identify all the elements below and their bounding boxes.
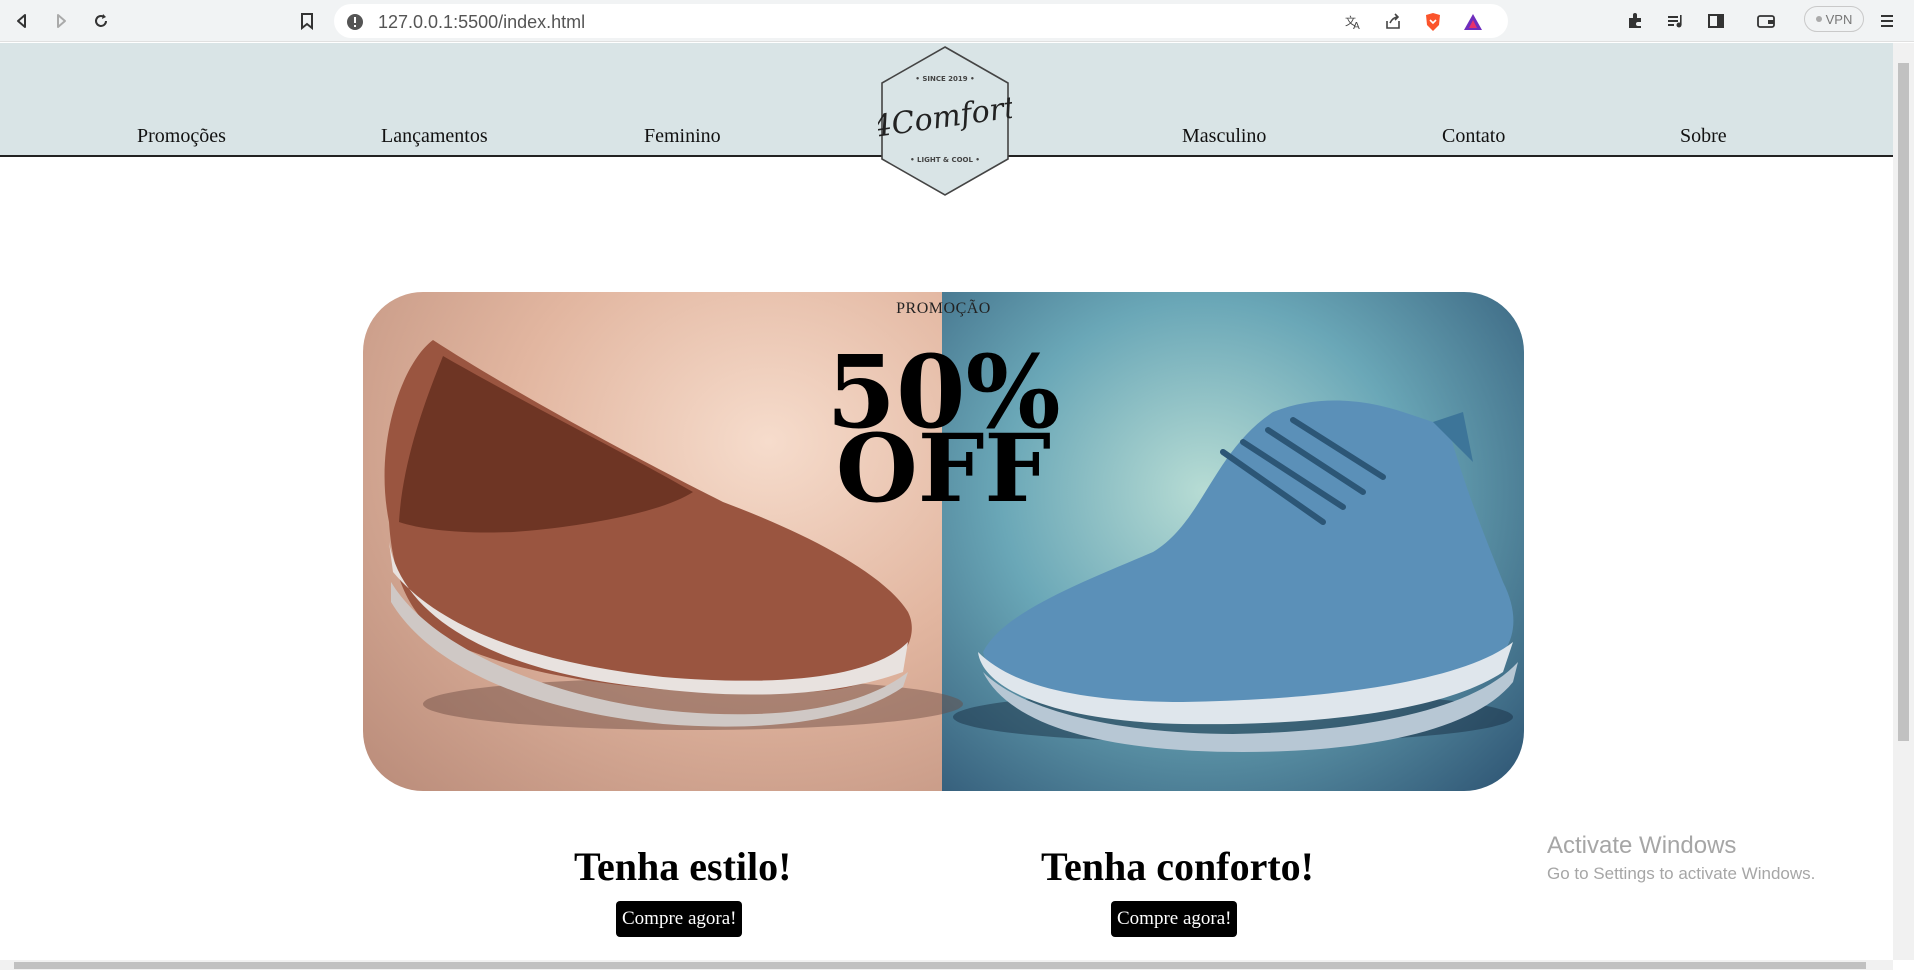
- menu-icon[interactable]: [1874, 8, 1900, 34]
- brave-rewards-icon[interactable]: [1462, 11, 1484, 33]
- logo-since: • SINCE 2019 •: [915, 75, 974, 83]
- wallet-icon[interactable]: [1753, 8, 1779, 34]
- svg-text:A: A: [1353, 21, 1360, 31]
- vpn-button[interactable]: VPN: [1804, 6, 1864, 32]
- page: Promoções Lançamentos Feminino Masculino…: [0, 43, 1893, 960]
- nav-feminino[interactable]: Feminino: [644, 125, 721, 148]
- extensions-icon[interactable]: [1622, 8, 1648, 34]
- info-icon[interactable]: [344, 11, 366, 33]
- sidebar-icon[interactable]: [1703, 8, 1729, 34]
- watermark-subtitle: Go to Settings to activate Windows.: [1547, 864, 1816, 883]
- translate-icon[interactable]: 文A: [1342, 11, 1364, 33]
- back-icon[interactable]: [9, 8, 35, 34]
- promo-off: OFF: [835, 414, 1052, 524]
- nav-contato[interactable]: Contato: [1442, 125, 1505, 148]
- nav-masculino[interactable]: Masculino: [1182, 125, 1266, 148]
- brave-shield-icon[interactable]: [1422, 11, 1444, 33]
- horizontal-scroll-thumb[interactable]: [14, 962, 1866, 969]
- watermark-title: Activate Windows: [1547, 832, 1737, 859]
- share-icon[interactable]: [1382, 11, 1404, 33]
- nav-lancamentos[interactable]: Lançamentos: [381, 125, 488, 148]
- buy-now-button-conforto[interactable]: Compre agora!: [1111, 901, 1238, 937]
- nav-promocoes[interactable]: Promoções: [137, 125, 226, 148]
- cta-title-conforto: Tenha conforto!: [1041, 844, 1314, 889]
- bookmark-icon[interactable]: [294, 8, 320, 34]
- buy-now-button-estilo[interactable]: Compre agora!: [616, 901, 743, 937]
- horizontal-scrollbar[interactable]: [0, 960, 1893, 970]
- vertical-scroll-thumb[interactable]: [1898, 63, 1909, 741]
- logo[interactable]: • SINCE 2019 • 4Comfort • LIGHT & COOL •: [869, 45, 1019, 197]
- promo-banner[interactable]: PROMOÇÃO 50% OFF: [363, 292, 1524, 791]
- windows-activation-watermark: Activate Windows Go to Settings to activ…: [1547, 832, 1815, 884]
- vpn-label: VPN: [1825, 11, 1853, 27]
- vertical-scrollbar[interactable]: [1893, 43, 1914, 960]
- browser-toolbar: 127.0.0.1:5500/index.html 文A VPN: [0, 0, 1914, 42]
- address-bar[interactable]: 127.0.0.1:5500/index.html 文A: [334, 4, 1508, 38]
- url-text[interactable]: 127.0.0.1:5500/index.html: [378, 12, 585, 33]
- reload-icon[interactable]: [88, 8, 114, 34]
- logo-tagline: • LIGHT & COOL •: [910, 156, 980, 164]
- vpn-status-icon: [1815, 16, 1822, 22]
- nav-sobre[interactable]: Sobre: [1680, 125, 1727, 148]
- media-icon[interactable]: [1662, 8, 1688, 34]
- cta-title-estilo: Tenha estilo!: [574, 844, 792, 889]
- forward-icon[interactable]: [48, 8, 74, 34]
- promo-label: PROMOÇÃO: [896, 300, 991, 317]
